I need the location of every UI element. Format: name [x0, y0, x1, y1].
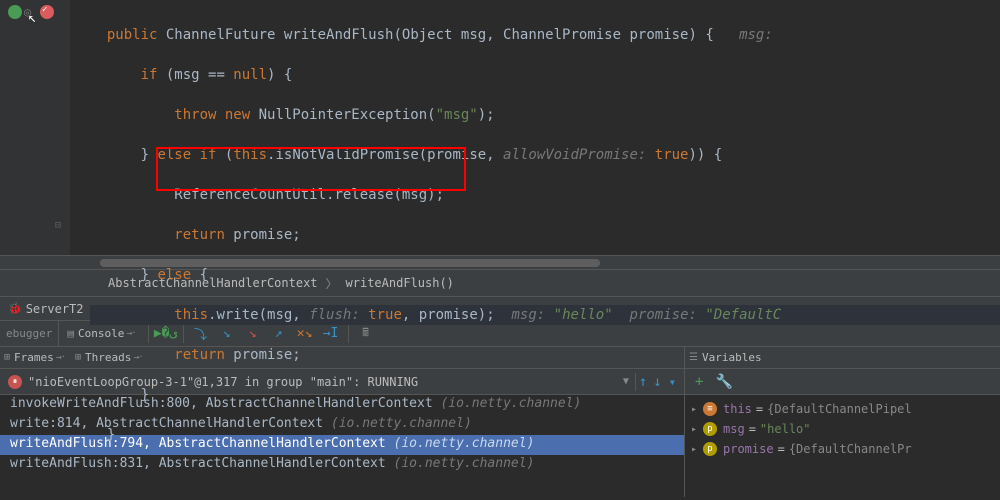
breakpoint-icon[interactable]	[40, 5, 54, 19]
current-execution-line: this.write(msg, flush: true, promise); m…	[90, 305, 1000, 325]
code-line: throw new NullPointerException("msg");	[90, 105, 1000, 125]
code-line: return promise;	[90, 345, 1000, 365]
code-editor[interactable]: ◎ ↖ ⊟ public ChannelFuture writeAndFlush…	[0, 0, 1000, 255]
code-line: }	[90, 385, 1000, 405]
gutter: ◎ ↖ ⊟	[0, 0, 70, 255]
target-gutter-icon[interactable]: ◎	[24, 5, 38, 19]
code-line: ReferenceCountUtil.release(msg);	[90, 185, 1000, 205]
run-gutter-icon[interactable]	[8, 5, 22, 19]
code-area[interactable]: public ChannelFuture writeAndFlush(Objec…	[0, 0, 1000, 485]
code-line: public ChannelFuture writeAndFlush(Objec…	[90, 25, 1000, 45]
code-line: if (msg == null) {	[90, 65, 1000, 85]
code-line: return promise;	[90, 225, 1000, 245]
code-line: } else {	[90, 265, 1000, 285]
code-line: }	[90, 425, 1000, 445]
collapse-icon[interactable]: ⊟	[55, 220, 61, 231]
code-line: } else if (this.isNotValidPromise(promis…	[90, 145, 1000, 165]
